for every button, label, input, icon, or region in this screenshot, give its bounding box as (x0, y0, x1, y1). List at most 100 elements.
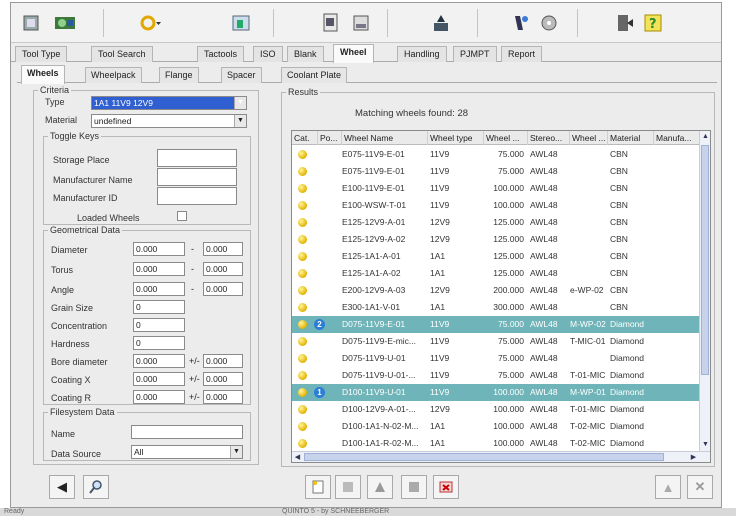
name-input[interactable] (131, 425, 243, 439)
coating-r-input[interactable]: 0.000 (133, 390, 185, 404)
delete-button[interactable] (433, 475, 459, 499)
table-row[interactable]: E200-12V9-A-03 12V9 200.000 AWL48 e-WP-02 CBN (292, 282, 700, 299)
storage-place-input[interactable] (157, 149, 237, 167)
loaded-wheels-label: Loaded Wheels (77, 213, 140, 223)
type-select[interactable]: 1A1 11V9 12V9 ▼ (91, 96, 247, 110)
tab-coolant-plate[interactable]: Coolant Plate (281, 67, 348, 83)
cell-stereo: AWL48 (530, 200, 558, 210)
tab-iso[interactable]: ISO (253, 46, 283, 62)
torus-from-input[interactable]: 0.000 (133, 262, 185, 276)
horizontal-scroll-thumb[interactable] (304, 453, 664, 461)
table-row[interactable]: E125-1A1-A-01 1A1 125.000 AWL48 CBN (292, 248, 700, 265)
grain-size-input[interactable]: 0 (133, 300, 185, 314)
tab-flange[interactable]: Flange (159, 67, 199, 83)
angle-from-input[interactable]: 0.000 (133, 282, 185, 296)
column-header-pos[interactable]: Po... (318, 131, 342, 145)
column-header-wheel-type[interactable]: Wheel type (428, 131, 484, 145)
coating-x-tol-input[interactable]: 0.000 (203, 372, 243, 386)
chevron-down-icon[interactable]: ▼ (234, 97, 246, 109)
tab-wheels[interactable]: Wheels (21, 65, 65, 84)
edit-button[interactable] (335, 475, 361, 499)
scroll-left-icon[interactable]: ◀ (292, 452, 303, 462)
scroll-right-icon[interactable]: ▶ (688, 452, 699, 462)
tab-tactools[interactable]: Tactools (197, 46, 245, 62)
torus-to-input[interactable]: 0.000 (203, 262, 243, 276)
column-header-wheel-name[interactable]: Wheel Name (342, 131, 428, 145)
table-row[interactable]: E100-11V9-E-01 11V9 100.000 AWL48 CBN (292, 180, 700, 197)
close-button[interactable]: ✕ (687, 475, 713, 499)
bore-diameter-tol-input[interactable]: 0.000 (203, 354, 243, 368)
column-header-manufacturer[interactable]: Manufa... (654, 131, 700, 145)
coating-x-input[interactable]: 0.000 (133, 372, 185, 386)
tool-button[interactable] (367, 475, 393, 499)
data-source-select[interactable]: All ▼ (131, 445, 243, 459)
tab-report[interactable]: Report (501, 46, 543, 62)
disc-icon[interactable] (535, 9, 563, 37)
load-icon[interactable] (427, 9, 455, 37)
horizontal-scrollbar[interactable]: ◀ ▶ (292, 451, 710, 462)
table-row[interactable]: D100-1A1-N-02-M... 1A1 100.000 AWL48 T-02-MI… (292, 418, 700, 435)
new-button[interactable] (305, 475, 331, 499)
loaded-wheels-checkbox[interactable] (177, 211, 187, 221)
matching-count-text: Matching wheels found: 28 (355, 108, 469, 119)
refresh-dropdown-icon[interactable] (137, 9, 165, 37)
table-row[interactable]: E125-12V9-A-02 12V9 125.000 AWL48 CBN (292, 231, 700, 248)
manufacturer-id-input[interactable] (157, 187, 237, 205)
table-row[interactable]: E125-1A1-A-02 1A1 125.000 AWL48 CBN (292, 265, 700, 282)
chevron-down-icon[interactable]: ▼ (234, 115, 246, 127)
diameter-to-input[interactable]: 0.000 (203, 242, 243, 256)
material-select[interactable]: undefined ▼ (91, 114, 247, 128)
tab-wheelpack[interactable]: Wheelpack (85, 67, 142, 83)
tab-blank[interactable]: Blank (287, 46, 324, 62)
column-header-wheel[interactable]: Wheel ... (570, 131, 608, 145)
results-table[interactable]: Cat. Po... Wheel Name Wheel type Wheel .… (291, 130, 711, 463)
angle-to-input[interactable]: 0.000 (203, 282, 243, 296)
tab-spacer[interactable]: Spacer (221, 67, 262, 83)
column-header-wheel-dia[interactable]: Wheel ... (484, 131, 528, 145)
vertical-scroll-thumb[interactable] (701, 145, 709, 375)
hardness-input[interactable]: 0 (133, 336, 185, 350)
table-row[interactable]: E300-1A1-V-01 1A1 300.000 AWL48 CBN (292, 299, 700, 316)
back-button[interactable]: ◀ (49, 475, 75, 499)
table-row[interactable]: 2 D075-11V9-E-01 11V9 75.000 AWL48 M-WP-02 Dia… (292, 316, 700, 333)
table-row[interactable]: D075-11V9-E-mic... 11V9 75.000 AWL48 T-MIC-0… (292, 333, 700, 350)
column-header-material[interactable]: Material (608, 131, 654, 145)
manufacturer-name-input[interactable] (157, 168, 237, 186)
scroll-down-icon[interactable]: ▼ (700, 439, 710, 450)
table-row[interactable]: E125-12V9-A-01 12V9 125.000 AWL48 CBN (292, 214, 700, 231)
table-row[interactable]: D075-11V9-U-01 11V9 75.000 AWL48 Diamond (292, 350, 700, 367)
table-row[interactable]: E075-11V9-E-01 11V9 75.000 AWL48 CBN (292, 163, 700, 180)
table-row[interactable]: D075-11V9-U-01-... 11V9 75.000 AWL48 T-01-MI… (292, 367, 700, 384)
table-row[interactable]: D100-1A1-R-02-M... 1A1 100.000 AWL48 T-02-MI… (292, 435, 700, 452)
column-header-stereo[interactable]: Stereo... (528, 131, 570, 145)
document-icon[interactable] (317, 9, 345, 37)
exit-icon[interactable] (611, 9, 639, 37)
table-row[interactable]: E100-WSW-T-01 11V9 100.000 AWL48 CBN (292, 197, 700, 214)
column-header-cat[interactable]: Cat. (292, 131, 318, 145)
coating-r-tol-input[interactable]: 0.000 (203, 390, 243, 404)
concentration-input[interactable]: 0 (133, 318, 185, 332)
tab-tool-type[interactable]: Tool Type (15, 46, 68, 62)
chevron-down-icon[interactable]: ▼ (230, 446, 242, 458)
search-button[interactable] (83, 475, 109, 499)
filesystem-legend: Filesystem Data (50, 407, 115, 417)
table-row[interactable]: E075-11V9-E-01 11V9 75.000 AWL48 CBN (292, 146, 700, 163)
tab-pjmpt[interactable]: PJMPT (453, 46, 497, 62)
tab-handling[interactable]: Handling (397, 46, 447, 62)
help-icon[interactable]: ? (639, 9, 667, 37)
copy-button[interactable] (401, 475, 427, 499)
document-edit-icon[interactable] (347, 9, 375, 37)
stop-icon[interactable] (17, 9, 45, 37)
table-row[interactable]: 1 D100-11V9-U-01 11V9 100.000 AWL48 M-WP-01 Di… (292, 384, 700, 401)
table-row[interactable]: D100-12V9-A-01-... 12V9 100.000 AWL48 T-01-M… (292, 401, 700, 418)
tab-tool-search[interactable]: Tool Search (91, 46, 153, 62)
confirm-button[interactable]: ▲ (655, 475, 681, 499)
machine-icon[interactable] (227, 9, 255, 37)
tab-wheel[interactable]: Wheel (333, 44, 374, 63)
wheel-view-icon[interactable] (51, 9, 79, 37)
diameter-from-input[interactable]: 0.000 (133, 242, 185, 256)
grind-tool-icon[interactable] (507, 9, 535, 37)
vertical-scrollbar[interactable]: ▲ ▼ (699, 131, 710, 451)
bore-diameter-input[interactable]: 0.000 (133, 354, 185, 368)
scroll-up-icon[interactable]: ▲ (700, 131, 710, 142)
